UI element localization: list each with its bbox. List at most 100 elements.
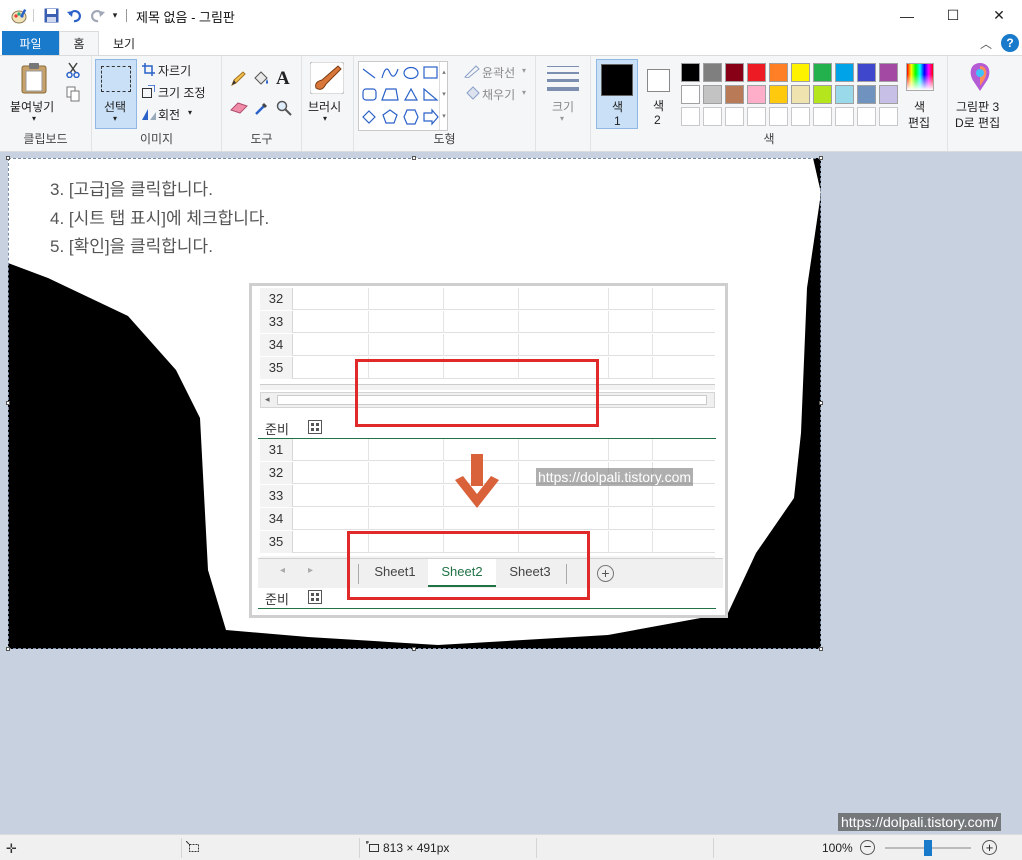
close-button[interactable]: ✕ [976, 0, 1022, 31]
palette-swatch-empty[interactable] [835, 107, 854, 126]
tools-group: A 도구 [222, 56, 302, 151]
resize-handle-l[interactable] [6, 401, 10, 405]
palette-swatch[interactable] [857, 85, 876, 104]
tab-file[interactable]: 파일 [2, 31, 59, 55]
shapes-gallery[interactable]: ▴ ▾ ▾ [358, 61, 448, 131]
palette-swatch[interactable] [835, 85, 854, 104]
palette-swatch-empty[interactable] [813, 107, 832, 126]
palette-swatch[interactable] [725, 85, 744, 104]
palette-swatch-empty[interactable] [703, 107, 722, 126]
outline-button[interactable]: 윤곽선 [482, 64, 515, 81]
palette-swatch[interactable] [703, 63, 722, 82]
fill-shape-button[interactable]: 채우기 [482, 86, 515, 103]
shapes-group: ▴ ▾ ▾ 윤곽선 ▾ 채우기 ▾ 도형 [354, 56, 536, 151]
undo-icon[interactable] [65, 7, 83, 24]
color1-label: 색 [612, 100, 624, 114]
palette-swatch-empty[interactable] [857, 107, 876, 126]
resize-handle-tl[interactable] [6, 156, 10, 160]
size-dropdown-icon[interactable]: ▾ [560, 114, 564, 123]
maximize-button[interactable]: ☐ [930, 0, 976, 31]
paste-dropdown-icon[interactable]: ▾ [32, 114, 36, 123]
ribbon-tabs: 파일 홈 보기 ︿ ? [0, 31, 1022, 55]
select-button[interactable]: 선택 ▾ [95, 59, 137, 129]
palette-swatch[interactable] [769, 63, 788, 82]
palette-swatch-empty[interactable] [681, 107, 700, 126]
fill-icon[interactable] [252, 71, 270, 90]
palette-swatch[interactable] [681, 85, 700, 104]
cut-icon[interactable] [66, 62, 80, 81]
palette-swatch-empty[interactable] [725, 107, 744, 126]
palette-swatch[interactable] [725, 63, 744, 82]
watermark: https://dolpali.tistory.com/ [838, 813, 1001, 831]
resize-handle-t[interactable] [412, 156, 416, 160]
brush-dropdown-icon[interactable]: ▾ [323, 114, 327, 123]
shapes-scroll[interactable]: ▴ ▾ ▾ [439, 62, 448, 130]
paste-icon[interactable] [20, 62, 50, 97]
paint3d-label-2[interactable]: D로 편집 [955, 114, 1000, 131]
color2-label: 색 [653, 99, 665, 113]
rotate-button[interactable]: 회전 [158, 106, 180, 123]
resize-button[interactable]: 크기 조정 [158, 84, 206, 101]
crop-button[interactable]: 자르기 [158, 62, 191, 79]
edit-colors-icon[interactable] [906, 63, 934, 91]
zoom-out-button[interactable]: − [860, 840, 875, 855]
resize-handle-tr[interactable] [819, 156, 823, 160]
copy-icon[interactable] [66, 86, 80, 105]
brush-icon[interactable] [309, 61, 345, 95]
zoom-slider-thumb[interactable] [924, 840, 932, 856]
zoom-in-button[interactable]: + [982, 840, 997, 855]
brush-button[interactable]: 브러시 [308, 98, 341, 115]
palette-swatch[interactable] [857, 63, 876, 82]
paint3d-icon[interactable] [968, 62, 992, 95]
crop-icon [142, 63, 155, 79]
minimize-button[interactable]: — [884, 0, 930, 31]
palette-swatch[interactable] [791, 85, 810, 104]
tab-home[interactable]: 홈 [59, 31, 99, 55]
palette-swatch[interactable] [791, 63, 810, 82]
palette-swatch-empty[interactable] [879, 107, 898, 126]
color-picker-icon[interactable] [254, 100, 270, 119]
resize-handle-br[interactable] [819, 647, 823, 651]
palette-swatch-empty[interactable] [747, 107, 766, 126]
paste-button[interactable]: 붙여넣기 [10, 98, 54, 115]
magnifier-icon[interactable] [276, 100, 292, 119]
palette-swatch[interactable] [703, 85, 722, 104]
palette-swatch[interactable] [879, 85, 898, 104]
quick-access-dropdown-icon[interactable]: ▾ [109, 7, 121, 24]
drawing-canvas[interactable]: 3. [고급]을 클릭합니다. 4. [시트 탭 표시]에 체크합니다. 5. … [8, 158, 821, 649]
color2-button[interactable]: 색 2 [641, 59, 675, 129]
palette-swatch-empty[interactable] [769, 107, 788, 126]
palette-swatch[interactable] [747, 85, 766, 104]
edit-colors-label-2[interactable]: 편집 [908, 114, 930, 131]
text-tool-icon[interactable]: A [276, 68, 290, 90]
paint3d-label-1[interactable]: 그림판 3 [956, 98, 999, 115]
collapse-ribbon-icon[interactable]: ︿ [980, 35, 992, 52]
outline-dropdown-icon[interactable]: ▾ [522, 66, 526, 75]
palette-swatch-empty[interactable] [791, 107, 810, 126]
redo-icon[interactable] [88, 7, 106, 24]
edit-colors-label-1[interactable]: 색 [914, 98, 925, 115]
pencil-icon[interactable] [230, 71, 246, 90]
palette-swatch[interactable] [813, 63, 832, 82]
color1-button[interactable]: 색 1 [596, 59, 638, 129]
resize-handle-b[interactable] [412, 647, 416, 651]
canvas-workspace[interactable]: 3. [고급]을 클릭합니다. 4. [시트 탭 표시]에 체크합니다. 5. … [0, 152, 1022, 834]
eraser-icon[interactable] [230, 102, 248, 117]
palette-swatch[interactable] [769, 85, 788, 104]
fill-shape-dropdown-icon[interactable]: ▾ [522, 88, 526, 97]
resize-handle-bl[interactable] [6, 647, 10, 651]
resize-handle-r[interactable] [819, 401, 823, 405]
help-icon[interactable]: ? [1001, 34, 1019, 52]
rotate-dropdown-icon[interactable]: ▾ [188, 108, 192, 117]
size-button[interactable]: 크기 [552, 98, 574, 115]
palette-swatch[interactable] [747, 63, 766, 82]
save-icon[interactable] [42, 7, 60, 24]
palette-swatch[interactable] [835, 63, 854, 82]
tab-view[interactable]: 보기 [101, 31, 147, 55]
palette-swatch[interactable] [879, 63, 898, 82]
palette-swatch[interactable] [813, 85, 832, 104]
palette-swatch[interactable] [681, 63, 700, 82]
size-icon[interactable] [547, 66, 579, 91]
color1-number: 1 [614, 114, 621, 128]
cursor-position-icon: ✛ [6, 841, 17, 856]
